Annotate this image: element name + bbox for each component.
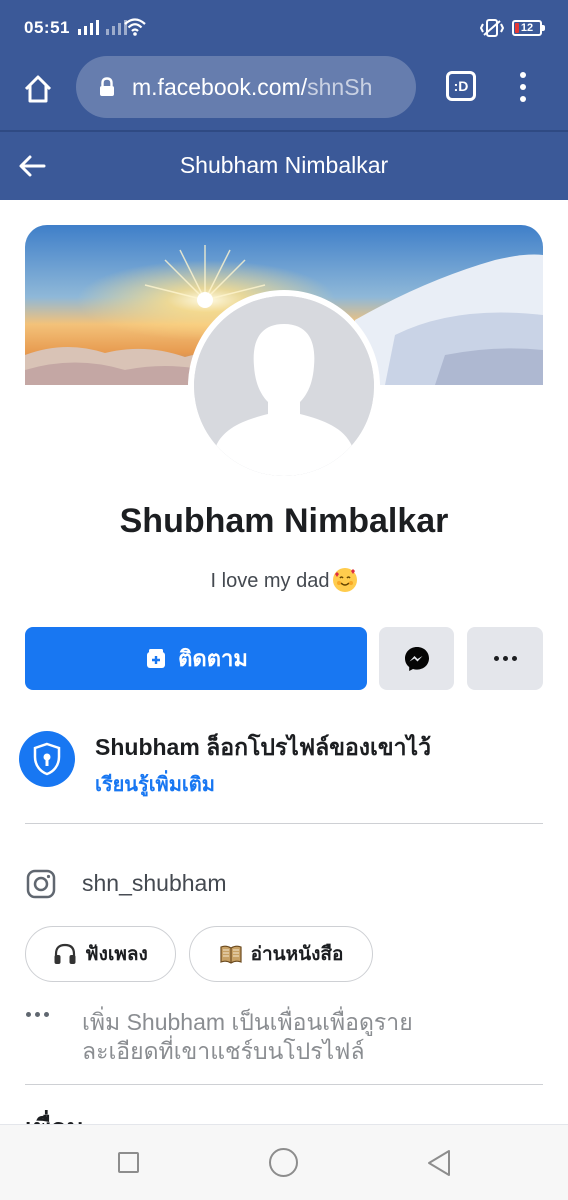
lock-icon <box>100 77 114 96</box>
hobby-label: ฟังเพลง <box>85 944 148 965</box>
back-nav-button[interactable] <box>426 1149 452 1177</box>
wifi-icon <box>124 18 146 36</box>
browser-menu-button[interactable] <box>510 70 536 104</box>
url-text: m.facebook.com/shnSh <box>132 74 402 101</box>
signal-icon <box>78 19 127 35</box>
browser-toolbar: m.facebook.com/shnSh :D <box>0 56 568 130</box>
url-domain: m.facebook.com/ <box>132 74 308 100</box>
locked-profile-title: Shubham ล็อกโปรไฟล์ของเขาไว้ <box>95 734 432 760</box>
status-bar: 05:51 12 <box>0 0 568 56</box>
status-time: 05:51 <box>24 18 70 37</box>
tabs-button[interactable]: :D <box>446 71 476 101</box>
address-bar[interactable]: m.facebook.com/shnSh <box>76 56 416 118</box>
more-options-button[interactable] <box>467 627 543 690</box>
page-title: Shubham Nimbalkar <box>179 152 389 178</box>
section-divider <box>25 1084 543 1085</box>
profile-name: Shubham Nimbalkar <box>119 502 449 540</box>
add-friend-hint: เพิ่ม Shubham เป็นเพื่อนเพื่อดูรายละเอีย… <box>82 1009 413 1064</box>
profile-bio: I love my dad <box>0 568 568 593</box>
section-divider <box>25 823 543 824</box>
bio-text: I love my dad <box>210 570 330 592</box>
battery-icon: 12 <box>512 20 542 36</box>
instagram-icon <box>26 869 56 899</box>
smiling-face-with-hearts-icon <box>333 568 358 592</box>
hobby-chip-music[interactable]: ฟังเพลง <box>25 926 176 982</box>
home-icon <box>24 75 52 103</box>
messenger-button[interactable] <box>379 627 454 690</box>
profile-lock-icon <box>19 731 75 787</box>
book-icon <box>219 945 242 964</box>
home-button[interactable] <box>18 69 58 109</box>
messenger-icon <box>404 646 429 671</box>
default-avatar-icon <box>194 296 374 476</box>
battery-level: 12 <box>520 22 534 34</box>
more-horizontal-icon <box>26 1012 49 1017</box>
home-nav-button[interactable] <box>269 1148 298 1177</box>
page-header: Shubham Nimbalkar <box>0 132 568 200</box>
hobby-label: อ่านหนังสือ <box>250 944 344 965</box>
profile-picture[interactable] <box>188 290 380 482</box>
hobby-chip-reading[interactable]: อ่านหนังสือ <box>189 926 373 982</box>
follow-button[interactable]: ติดตาม <box>25 627 367 690</box>
follow-label: ติดตาม <box>178 646 248 671</box>
headphones-icon <box>54 943 76 964</box>
instagram-handle[interactable]: shn_shubham <box>82 870 227 897</box>
system-nav-bar <box>0 1124 568 1200</box>
battery-cap <box>542 25 545 31</box>
url-path: shnSh <box>307 74 373 100</box>
learn-more-link[interactable]: เรียนรู้เพิ่มเติม <box>95 768 215 800</box>
tabs-label: :D <box>453 78 469 94</box>
follow-icon <box>147 648 166 668</box>
recents-button[interactable] <box>118 1152 139 1173</box>
vibrate-icon <box>480 19 504 37</box>
avatar <box>194 296 374 476</box>
